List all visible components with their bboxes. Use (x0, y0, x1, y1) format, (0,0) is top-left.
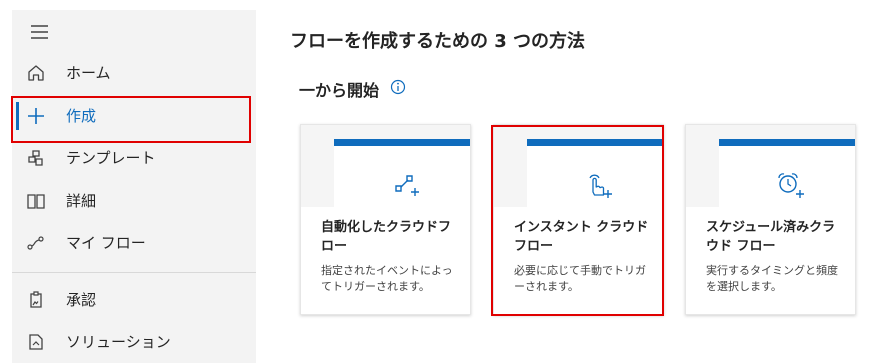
sidebar-item-label: ホーム (66, 64, 111, 82)
card-accent-stripe (719, 139, 855, 146)
sidebar-item-learn[interactable]: 詳細 (12, 181, 256, 221)
card-accent-stripe (334, 139, 470, 146)
card-description: 実行するタイミングと頻度を選択します。 (706, 264, 838, 293)
home-icon (26, 63, 46, 83)
page-title: フローを作成するための 3 つの方法 (290, 31, 586, 52)
card-scheduled-cloud-flow[interactable]: スケジュール済みクラウド フロー 実行するタイミングと頻度を選択します。 (685, 124, 856, 315)
info-icon[interactable] (390, 79, 406, 95)
sidebar-item-my-flows[interactable]: マイ フロー (12, 223, 256, 263)
sidebar-item-solutions[interactable]: ソリューション (12, 322, 256, 362)
sidebar-item-templates[interactable]: テンプレート (12, 138, 256, 178)
hamburger-menu-icon[interactable] (30, 24, 50, 40)
card-title: スケジュール済みクラウド フロー (706, 220, 836, 254)
sidebar-item-label: ソリューション (66, 333, 171, 351)
sidebar-item-label: マイ フロー (66, 234, 146, 252)
sidebar-item-label: 承認 (66, 291, 97, 309)
template-icon (26, 148, 46, 168)
solution-icon (26, 332, 46, 352)
card-description: 指定されたイベントによってトリガーされます。 (321, 264, 453, 293)
sidebar: ホーム 作成 テンプレート 詳細 マイ フロー 承認 ソリューション (12, 10, 256, 363)
card-title: 自動化したクラウドフロー (321, 220, 452, 254)
sidebar-item-label: 詳細 (66, 192, 97, 210)
automated-flow-icon (383, 166, 423, 202)
approval-icon (26, 290, 46, 310)
book-icon (26, 191, 46, 211)
sidebar-divider (12, 272, 256, 273)
highlight-box-instant-flow (491, 125, 664, 316)
sidebar-item-label: テンプレート (66, 149, 156, 167)
flow-icon (26, 233, 46, 253)
highlight-box-create (11, 96, 251, 143)
section-title: 一から開始 (299, 81, 380, 100)
card-automated-cloud-flow[interactable]: 自動化したクラウドフロー 指定されたイベントによってトリガーされます。 (300, 124, 471, 315)
alarm-clock-icon (768, 166, 808, 202)
sidebar-item-approvals[interactable]: 承認 (12, 280, 256, 320)
sidebar-item-home[interactable]: ホーム (12, 53, 256, 93)
